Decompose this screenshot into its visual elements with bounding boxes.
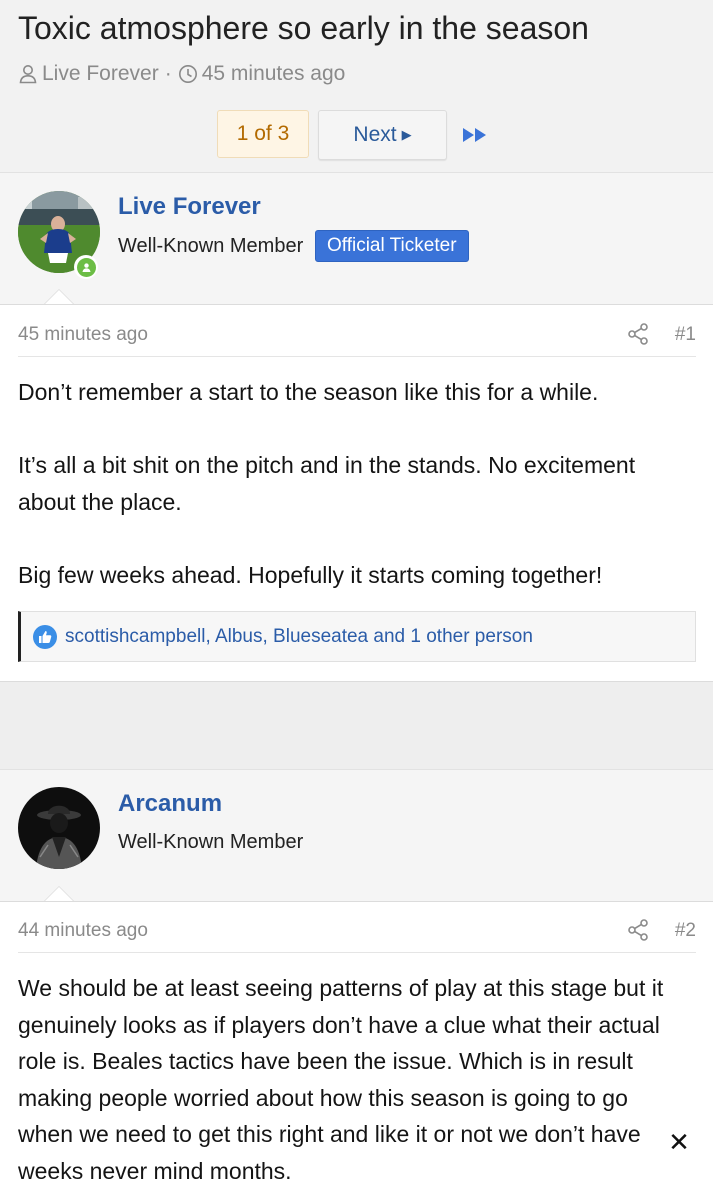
post-user-block: Live Forever Well-Known Member Official … xyxy=(0,172,713,305)
post-paragraph: It’s all a bit shit on the pitch and in … xyxy=(18,452,636,515)
current-page-indicator[interactable]: 1 of 3 xyxy=(217,110,309,158)
thread-title: Toxic atmosphere so early in the season xyxy=(18,10,589,46)
next-label: Next xyxy=(353,123,397,146)
post-body: We should be at least seeing patterns of… xyxy=(18,970,683,1189)
like-icon xyxy=(33,624,57,649)
reaction-users[interactable]: scottishcampbell, Albus, Blueseatea and … xyxy=(65,626,533,648)
post-meta: 45 minutes ago #1 xyxy=(18,316,696,357)
clock-icon xyxy=(178,65,197,83)
share-icon[interactable] xyxy=(626,918,650,942)
reactions-bar[interactable]: scottishcampbell, Albus, Blueseatea and … xyxy=(18,611,696,662)
thread-header: Toxic atmosphere so early in the season … xyxy=(0,0,713,172)
thread-author[interactable]: Live Forever xyxy=(42,62,159,86)
share-icon[interactable] xyxy=(626,322,650,346)
user-title: Well-Known Member xyxy=(118,235,304,257)
user-icon xyxy=(19,65,37,84)
post-user-block: Arcanum Well-Known Member xyxy=(0,769,713,902)
post-number[interactable]: #2 xyxy=(675,920,696,942)
thread-meta: Live Forever · 45 minutes ago xyxy=(18,62,345,86)
post-time[interactable]: 44 minutes ago xyxy=(18,920,148,942)
user-banner: Official Ticketer xyxy=(315,230,469,262)
post-body: Don’t remember a start to the season lik… xyxy=(18,374,698,593)
post-meta: 44 minutes ago #2 xyxy=(18,912,696,953)
user-title: Well-Known Member xyxy=(118,831,304,853)
post-pointer xyxy=(44,289,74,304)
pagination: 1 of 3 Next ▶ xyxy=(0,110,713,160)
post-pointer xyxy=(44,886,74,901)
post-username[interactable]: Arcanum xyxy=(118,790,222,818)
avatar-image xyxy=(18,787,100,869)
fast-forward-icon xyxy=(463,128,486,142)
next-page-button[interactable]: Next ▶ xyxy=(318,110,447,160)
online-status-icon xyxy=(74,255,98,279)
post-paragraph: Big few weeks ahead. Hopefully it starts… xyxy=(18,561,603,588)
post-separator xyxy=(0,681,713,770)
thread-time[interactable]: 45 minutes ago xyxy=(202,62,346,86)
post-time[interactable]: 45 minutes ago xyxy=(18,324,148,346)
last-page-button[interactable] xyxy=(460,120,490,150)
post-paragraph: Don’t remember a start to the season lik… xyxy=(18,379,599,405)
meta-separator: · xyxy=(164,62,172,85)
post-username[interactable]: Live Forever xyxy=(118,193,261,221)
avatar[interactable] xyxy=(18,787,100,869)
post-number[interactable]: #1 xyxy=(675,324,696,346)
close-icon[interactable]: ✕ xyxy=(667,1129,691,1155)
post-paragraph: We should be at least seeing patterns of… xyxy=(18,975,664,1184)
caret-right-icon: ▶ xyxy=(401,127,412,142)
